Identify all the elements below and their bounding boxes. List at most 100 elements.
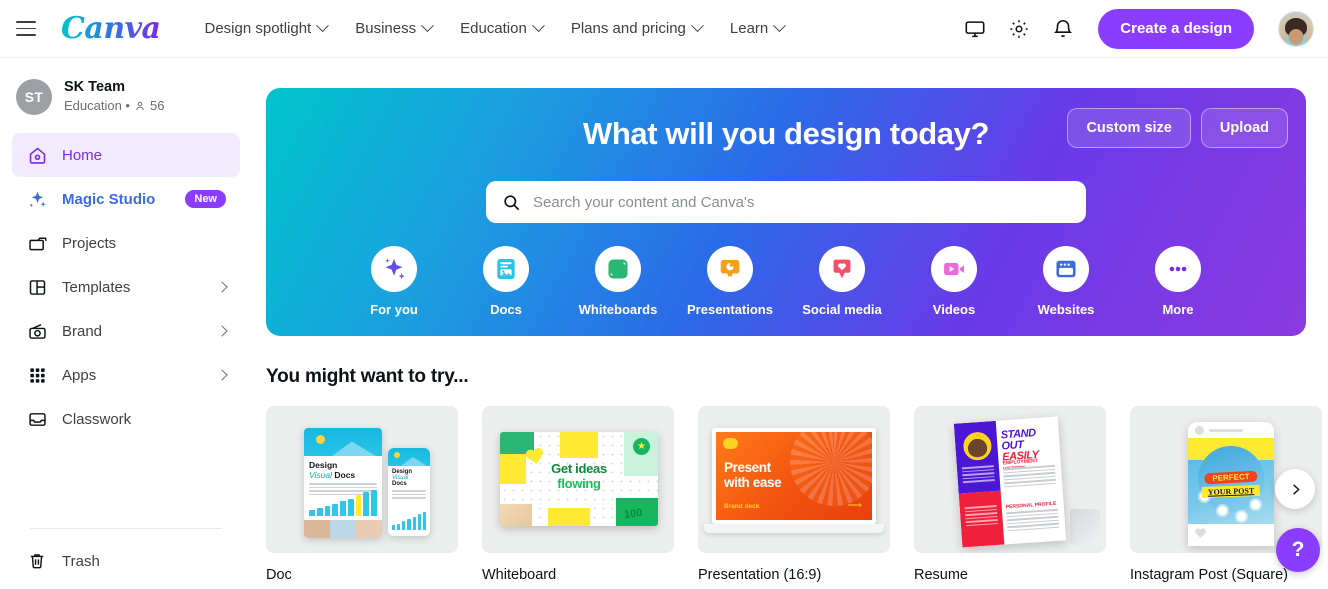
ig-avatar: [1195, 425, 1204, 435]
user-avatar[interactable]: [1278, 10, 1314, 47]
doc-thumbnail: Design Visual Docs Design Visual Docs: [266, 406, 458, 553]
pr-line1: Present: [724, 460, 771, 475]
page-curl: [1070, 509, 1100, 545]
new-badge: New: [185, 190, 226, 209]
template-card-whiteboard[interactable]: ★ Get ideas flowing 100 Whiteboard: [482, 406, 674, 583]
whiteboard-thumbnail: ★ Get ideas flowing 100: [482, 406, 674, 553]
gear-icon[interactable]: [1006, 16, 1032, 42]
resume-page-mockup: STAND OUT EASILY EMPLOYMENT HISTORY PERS…: [953, 416, 1067, 548]
ig-action-bar: [1188, 524, 1274, 546]
upload-button[interactable]: Upload: [1200, 108, 1288, 148]
sidebar-item-templates[interactable]: Templates: [12, 265, 240, 309]
category-for-you[interactable]: For you: [338, 246, 450, 317]
sidebar-item-label: Templates: [62, 278, 131, 296]
chevron-right-icon: [216, 369, 228, 381]
sidebar-item-label: Home: [62, 146, 103, 164]
laptop-screen-mockup: Present with ease Brand deck ⟶: [712, 428, 876, 524]
sidebar-item-magic-studio[interactable]: Magic Studio New: [12, 177, 240, 221]
sidebar-item-trash[interactable]: Trash: [12, 539, 240, 583]
template-card-resume[interactable]: STAND OUT EASILY EMPLOYMENT HISTORY PERS…: [914, 406, 1106, 583]
doc-icon: [483, 246, 529, 292]
sparkle-icon: [26, 188, 48, 210]
create-a-design-button[interactable]: Create a design: [1098, 8, 1254, 49]
ig-text-your-post: YOUR POST: [1201, 484, 1261, 499]
category-social-media[interactable]: Social media: [786, 246, 898, 317]
presentation-icon: [707, 246, 753, 292]
sidebar-item-brand[interactable]: Brand: [12, 309, 240, 353]
inbox-icon: [26, 408, 48, 430]
doc-title-visual: Visual: [309, 470, 332, 480]
canva-logo[interactable]: Canva: [61, 11, 161, 46]
hero-banner: What will you design today? Custom size …: [266, 88, 1306, 336]
search-icon: [504, 194, 520, 210]
category-label: Videos: [932, 302, 976, 317]
category-docs[interactable]: Docs: [450, 246, 562, 317]
chevron-down-icon: [691, 19, 704, 33]
nav-item-learn[interactable]: Learn: [730, 19, 787, 37]
template-card-list: Design Visual Docs Design Visual Docs Do…: [266, 406, 1322, 583]
burst-graphic: [790, 432, 872, 506]
team-name: SK Team: [64, 79, 125, 95]
sidebar-item-projects[interactable]: Projects: [12, 221, 240, 265]
sidebar-item-label: Trash: [62, 552, 100, 570]
help-button[interactable]: ?: [1276, 528, 1320, 572]
nav-item-business[interactable]: Business: [355, 19, 434, 37]
logo-badge: [723, 438, 738, 449]
category-label: Social media: [802, 302, 882, 317]
search-bar[interactable]: [486, 181, 1086, 223]
ig-header-bar: [1188, 422, 1274, 438]
wb-yellow-block: [560, 432, 598, 458]
monitor-icon[interactable]: [962, 16, 988, 42]
template-icon: [26, 276, 48, 298]
custom-size-button[interactable]: Custom size: [1067, 108, 1191, 148]
chevron-right-icon: [1292, 483, 1300, 495]
chevron-right-icon: [216, 281, 228, 293]
header-actions: Create a design: [962, 8, 1328, 49]
category-websites[interactable]: Websites: [1010, 246, 1122, 317]
category-videos[interactable]: Videos: [898, 246, 1010, 317]
sidebar-item-classwork[interactable]: Classwork: [12, 397, 240, 441]
pr-subtitle: Brand deck: [724, 503, 760, 510]
doc-title-docs: Docs: [334, 470, 356, 480]
sidebar-item-label: Projects: [62, 234, 117, 252]
chevron-down-icon: [531, 19, 545, 33]
carousel-next-button[interactable]: [1275, 469, 1315, 509]
template-card-doc[interactable]: Design Visual Docs Design Visual Docs Do…: [266, 406, 458, 583]
flower-icon: [1251, 500, 1260, 509]
sidebar-item-home[interactable]: Home: [12, 133, 240, 178]
card-label: Presentation (16:9): [698, 567, 822, 583]
banner-actions: Custom size Upload: [1067, 108, 1288, 148]
template-card-presentation[interactable]: Present with ease Brand deck ⟶ Presentat…: [698, 406, 890, 583]
sidebar: ST SK Team Education • 56 Home Magic Stu…: [0, 58, 252, 589]
category-presentations[interactable]: Presentations: [674, 246, 786, 317]
resume-panel-lines: [961, 465, 995, 485]
resume-panel-lines: [964, 504, 998, 528]
sidebar-item-apps[interactable]: Apps: [12, 353, 240, 397]
category-whiteboards[interactable]: Whiteboards: [562, 246, 674, 317]
flower-icon: [1237, 512, 1246, 521]
folder-icon: [26, 232, 48, 254]
nav-label: Design spotlight: [204, 20, 312, 37]
doc-title-line2: Visual Docs: [309, 470, 382, 480]
bell-icon[interactable]: [1050, 16, 1076, 42]
star-sticker-icon: ★: [633, 438, 650, 455]
sparkle-icon: [371, 246, 417, 292]
main-content: What will you design today? Custom size …: [252, 58, 1328, 589]
search-input[interactable]: [533, 193, 1070, 211]
team-selector[interactable]: ST SK Team Education • 56: [0, 74, 252, 115]
nav-item-design-spotlight[interactable]: Design spotlight: [204, 19, 330, 37]
apps-grid-icon: [26, 364, 48, 386]
resume-body-lines: [1003, 464, 1057, 490]
sidebar-item-label: Brand: [62, 322, 103, 340]
resume-body-lines: [1006, 508, 1060, 534]
sidebar-item-label: Apps: [62, 366, 97, 384]
hamburger-menu-icon[interactable]: [13, 16, 39, 42]
whiteboard-icon: [595, 246, 641, 292]
ellipsis-icon: [1155, 246, 1201, 292]
card-label: Whiteboard: [482, 567, 557, 583]
nav-item-plans-and-pricing[interactable]: Plans and pricing: [571, 19, 704, 37]
nav-label: Business: [355, 20, 417, 37]
nav-item-education[interactable]: Education: [460, 19, 545, 37]
chevron-down-icon: [773, 19, 787, 33]
category-more[interactable]: More: [1122, 246, 1234, 317]
